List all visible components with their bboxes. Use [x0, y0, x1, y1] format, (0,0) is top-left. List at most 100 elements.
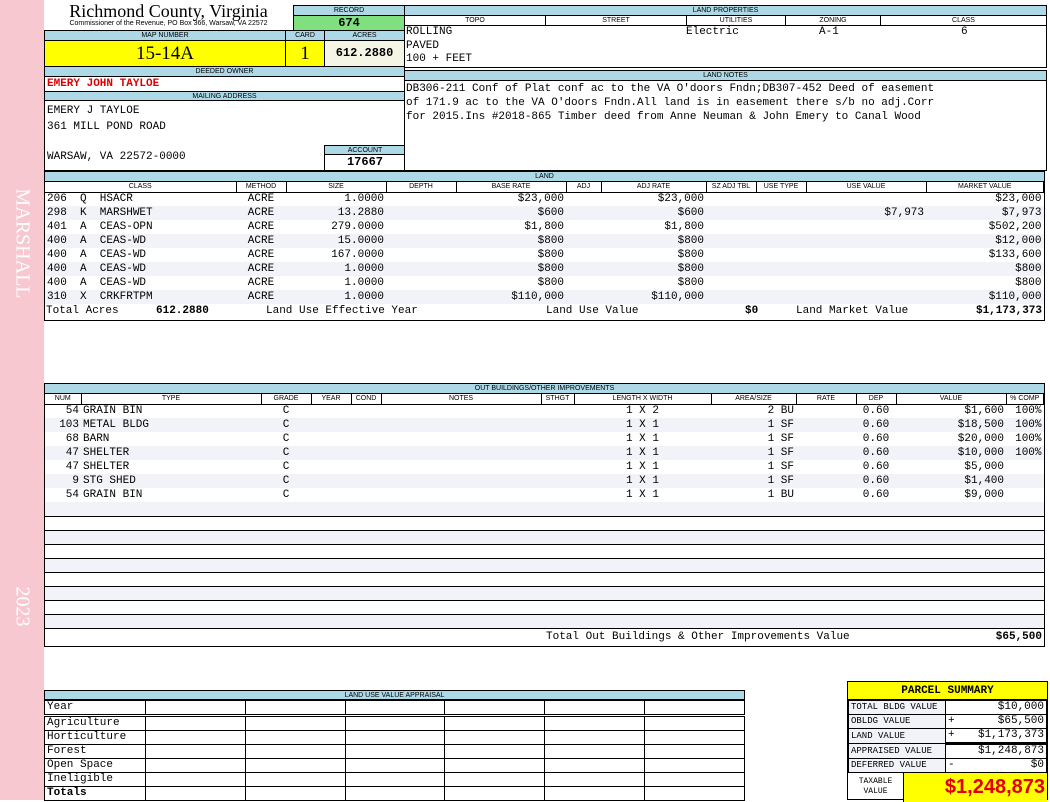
- outbuilding-cell: [541, 530, 574, 545]
- deeded-owner: EMERY JOHN TAYLOE: [47, 78, 160, 90]
- outbuilding-cell: [796, 474, 856, 488]
- outbuilding-cell: [351, 474, 381, 488]
- land-use-row: Forest: [44, 744, 745, 759]
- land-cell: [566, 290, 601, 304]
- land-cell: [756, 220, 806, 234]
- outbuilding-cell: [381, 418, 541, 432]
- land-row: 400 A CEAS-WD ACRE 15.0000 $800 $800 $12,000: [45, 234, 1044, 248]
- land-cell: [806, 276, 926, 290]
- outbuilding-cell: 1 X 1: [574, 446, 711, 460]
- outbuilding-cell: [796, 488, 856, 502]
- outbuilding-cell: 0.60: [862, 404, 890, 417]
- outbuildings-table: NUM TYPE GRADE YEAR COND NOTES STHGT LENGTH X W…: [45, 394, 1044, 629]
- land-cell: $800: [601, 262, 706, 276]
- outbuilding-cell: [574, 502, 711, 517]
- outbuilding-cell: 1 X 1: [574, 418, 711, 432]
- account-value: 17667: [346, 155, 383, 169]
- land-cell: 310 X CRKFRTPM: [45, 290, 236, 304]
- outbuilding-cell: [381, 558, 541, 573]
- land-cell: [386, 276, 456, 290]
- district-label: MARSHALL: [11, 188, 34, 299]
- outbuilding-cell: [541, 614, 574, 629]
- outbuilding-row: [45, 600, 1044, 615]
- frontage-value: 100 + FEET: [406, 53, 473, 65]
- outbuilding-cell: [381, 404, 541, 418]
- outbuilding-cell: $1,600: [964, 404, 1004, 417]
- outbuilding-cell: [796, 404, 856, 418]
- outbuilding-col-header: RATE: [796, 394, 857, 405]
- summary-cell: [945, 700, 960, 715]
- land-cell: [756, 276, 806, 290]
- outbuilding-cell: C: [261, 418, 311, 432]
- outbuilding-cell: [261, 614, 311, 629]
- land-use-cell: [145, 715, 246, 731]
- land-use-cell: [244, 786, 346, 801]
- land-use-cell: Forest: [44, 744, 146, 759]
- land-cell: [756, 262, 806, 276]
- land-use-value-label: Land Use Value: [546, 305, 639, 317]
- land-col-header: METHOD: [236, 182, 287, 193]
- land-cell: [386, 192, 456, 206]
- outbuilding-cell: [311, 572, 351, 587]
- outbuilding-cell: [796, 460, 856, 474]
- land-use-cell: [344, 715, 446, 731]
- outbuilding-cell: [796, 586, 856, 601]
- outbuilding-cell: $9,000: [964, 488, 1004, 501]
- outbuilding-cell: [81, 530, 261, 545]
- outbuilding-cell: [796, 572, 856, 587]
- land-use-cell: [644, 700, 745, 717]
- land-cell: ACRE: [247, 248, 275, 261]
- outbuilding-cell: 54: [65, 488, 79, 501]
- outbuilding-row: 9 STG SHED C 1 X 11 SF 0.60 $1,400: [45, 474, 1044, 488]
- land-cell: 1.0000: [286, 290, 386, 304]
- land-use-cell: [544, 786, 646, 801]
- land-col-header: CLASS: [45, 182, 237, 193]
- outbuilding-cell: [81, 544, 261, 559]
- outbuilding-cell: [856, 586, 896, 601]
- outbuilding-cell: [311, 432, 351, 446]
- land-cell: [706, 206, 756, 220]
- outbuilding-cell: [45, 558, 81, 573]
- summary-cell: APPRAISED VALUE: [848, 743, 946, 759]
- land-col-header: ADJ: [566, 182, 602, 193]
- outbuilding-cell: [1006, 614, 1044, 629]
- outbuilding-cell: 1 X 2: [625, 404, 659, 417]
- outbuilding-cell: [711, 558, 796, 573]
- outbuilding-cell: [381, 432, 541, 446]
- land-cell: [806, 262, 926, 276]
- outbuilding-row: [45, 614, 1044, 629]
- outbuilding-cell: [351, 432, 381, 446]
- outbuilding-cell: 100%: [1006, 446, 1044, 460]
- land-use-cell: [644, 772, 745, 787]
- outbuilding-cell: [796, 614, 856, 629]
- outbuilding-cell: [381, 600, 541, 615]
- outbuilding-cell: [45, 586, 81, 601]
- outbuilding-cell: C: [282, 404, 290, 417]
- land-cell: $12,000: [926, 234, 1044, 248]
- land-use-cell: [145, 730, 246, 745]
- outbuilding-cell: [574, 572, 711, 587]
- effective-year-label: Land Use Effective Year: [266, 305, 418, 317]
- outbuilding-cell: [541, 516, 574, 531]
- outbuilding-row: [45, 502, 1044, 517]
- land-cell: ACRE: [247, 220, 275, 233]
- outbuilding-cell: [541, 572, 574, 587]
- land-cell: [756, 290, 806, 304]
- outbuilding-cell: [574, 516, 711, 531]
- outbuilding-cell: [896, 516, 1006, 531]
- summary-row: APPRAISED VALUE $1,248,873: [848, 743, 1047, 759]
- outbuilding-cell: [574, 530, 711, 545]
- land-cell: 279.0000: [331, 220, 384, 233]
- outbuilding-col-header: NUM: [45, 394, 82, 405]
- land-cell: [706, 290, 756, 304]
- land-use-cell: [444, 744, 546, 759]
- outbuilding-cell: [381, 474, 541, 488]
- land-cell: 400 A CEAS-WD: [47, 248, 147, 261]
- note-line: DB306-211 Conf of Plat conf ac to the VA…: [406, 83, 935, 95]
- land-cell: $800: [537, 276, 564, 289]
- outbuilding-cell: [351, 586, 381, 601]
- summary-cell: $1,248,873: [959, 743, 1047, 759]
- outbuilding-cell: [856, 572, 896, 587]
- land-row: 400 A CEAS-WD ACRE 1.0000 $800 $800 $800: [45, 262, 1044, 276]
- land-cell: $1,800: [664, 220, 704, 233]
